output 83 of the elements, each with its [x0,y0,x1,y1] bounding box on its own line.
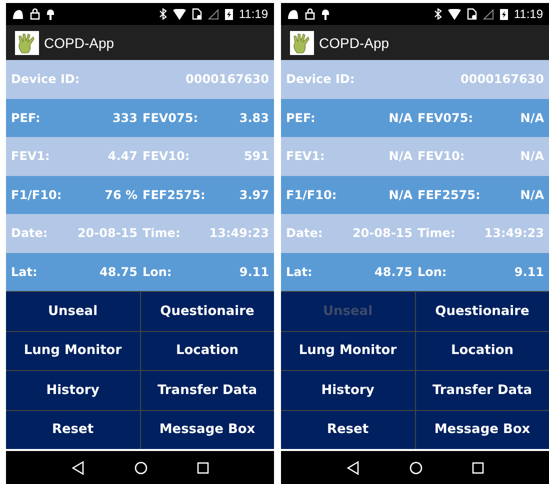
app-title: COPD-App [44,34,114,50]
field-label: F1/F10: [11,188,62,202]
app-title: COPD-App [319,34,390,50]
field-value: 76 % [104,188,138,202]
field-label: FEV10: [142,149,190,164]
back-icon[interactable] [346,460,360,474]
field-label: PEF: [286,110,316,125]
menu-button[interactable]: Location [416,332,549,370]
sim-card-icon [192,8,202,20]
wifi-icon [172,8,186,20]
lock-icon [305,8,315,20]
recent-apps-icon[interactable] [472,462,484,474]
field-value: 48.75 [100,264,138,279]
field-value: 20-08-15 [77,226,138,240]
field-value: 591 [244,149,269,164]
field-value: 9.11 [239,264,269,279]
menu-button[interactable]: Message Box [416,410,549,449]
field-value: 13:49:23 [209,226,269,240]
field-label: FEV10: [418,149,465,164]
recent-apps-icon[interactable] [197,462,210,474]
field-label: Lon: [142,264,172,279]
menu-button[interactable]: History [6,371,140,410]
field-label: FEV1: [11,149,50,164]
menu-button[interactable]: Message Box [140,410,274,449]
field-label: Device ID: [286,72,355,86]
signal-icon [482,8,494,20]
field-label: Lat: [286,264,312,279]
field-value: 333 [112,110,138,125]
hand-icon [290,30,314,54]
field-value: N/A [388,149,412,164]
bluetooth-icon [434,8,442,20]
menu-button[interactable]: Location [140,332,274,370]
field-label: Time: [142,226,180,240]
field-label: FEV075: [418,110,474,125]
bluetooth-icon [158,8,167,20]
field-label: FEV075: [142,110,198,125]
field-label: Lat: [11,264,38,279]
field-label: Date: [286,226,323,240]
field-value: 48.75 [374,264,412,279]
hand-icon [15,30,39,54]
field-value: N/A [520,188,544,202]
field-value: 13:49:23 [484,226,544,240]
field-label: Device ID: [11,72,80,86]
battery-icon [224,8,233,20]
menu-button[interactable]: Reset [281,410,414,449]
field-label: F1/F10: [286,188,337,202]
menu-button[interactable]: Questionaire [140,292,274,330]
field-value: N/A [520,149,544,164]
clock-time: 11:19 [514,7,543,21]
back-icon[interactable] [70,460,85,474]
field-label: Date: [11,226,48,240]
signal-icon [208,8,219,20]
field-value: 9.11 [514,264,544,279]
field-label: FEV1: [286,149,325,164]
field-label: PEF: [11,110,40,125]
menu-button[interactable]: Transfer Data [416,371,549,410]
field-value: 4.47 [108,149,138,164]
sim-card-icon [466,8,477,20]
field-label: FEF2575: [418,188,480,202]
home-icon[interactable] [134,460,148,474]
menu-button[interactable]: Questionaire [416,292,549,330]
field-label: Time: [418,226,456,240]
field-value: 3.83 [239,110,269,125]
menu-button[interactable]: Lung Monitor [6,332,140,370]
field-value: 20-08-15 [352,226,412,240]
field-value: 3.97 [239,188,269,202]
field-label: FEF2575: [142,188,206,202]
wifi-icon [448,8,461,20]
clock-time: 11:19 [238,7,268,21]
field-value: 0000167630 [460,72,544,86]
field-value: N/A [388,110,412,125]
field-value: N/A [388,188,412,202]
home-icon[interactable] [408,460,423,474]
field-value: 0000167630 [186,72,269,86]
menu-button[interactable]: Lung Monitor [281,332,414,370]
menu-button[interactable]: Transfer Data [140,371,274,410]
lock-icon [30,8,40,20]
menu-button[interactable]: History [281,371,414,410]
menu-button[interactable]: Reset [6,410,140,449]
battery-icon [500,8,508,20]
field-label: Lon: [418,264,447,279]
menu-button[interactable]: Unseal [6,292,140,330]
field-value: N/A [520,110,544,125]
